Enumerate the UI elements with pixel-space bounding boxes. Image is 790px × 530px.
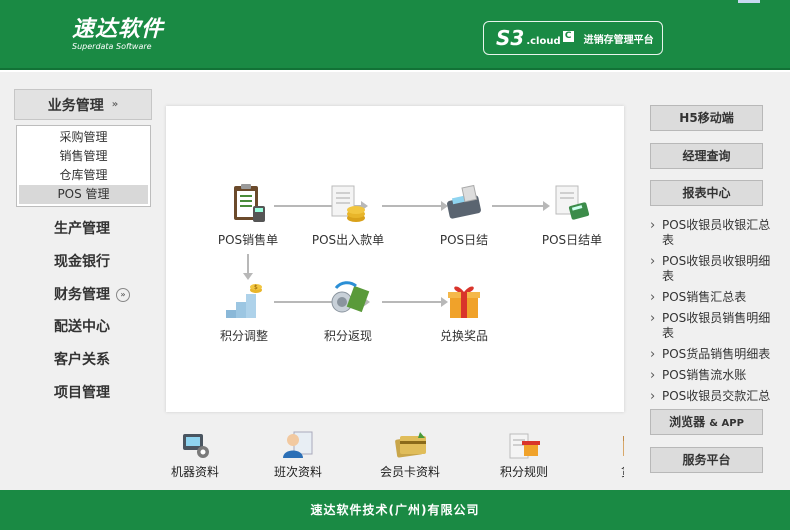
flow-points-cashback[interactable]: 积分返现: [308, 278, 388, 344]
flow-pos-daily-label: POS日结: [439, 233, 489, 247]
browser-app-main: 浏览器: [669, 415, 706, 429]
flow-redeem-prize-label: 兑换奖品: [439, 329, 488, 343]
flow-pos-cash[interactable]: POS出入款单: [308, 182, 388, 248]
flow-pos-cash-label: POS出入款单: [311, 233, 385, 247]
flow-points-adjust-label: 积分调整: [219, 329, 268, 343]
manager-query-button[interactable]: 经理查询: [650, 143, 763, 169]
s3-cloud-badge: S3 .cloud C 进销存管理平台: [483, 21, 663, 55]
nav-distribution[interactable]: 配送中心: [54, 317, 110, 337]
circle-chevron-down-icon: »: [116, 288, 130, 302]
flow-pos-sale-label: POS销售单: [217, 233, 279, 247]
shortcut-shift-label: 班次资料: [273, 465, 322, 479]
calculator-report-icon: [550, 182, 594, 226]
invoice-coins-icon: [326, 182, 370, 226]
service-platform-button[interactable]: 服务平台: [650, 447, 763, 473]
double-chevron-down-icon: »: [111, 99, 119, 110]
shortcut-points-rule[interactable]: 积分规则: [479, 430, 569, 480]
business-submenu: 采购管理 销售管理 仓库管理 POS 管理: [16, 125, 151, 207]
flow-pos-daily-form[interactable]: POS日结单: [532, 182, 612, 248]
shortcut-shift[interactable]: 班次资料: [253, 430, 343, 480]
flow-pos-sale[interactable]: POS销售单: [208, 182, 288, 248]
gift-box-icon: [442, 278, 486, 322]
arrow-sale-to-points: [243, 254, 253, 280]
shortcut-points-rule-label: 积分规则: [499, 465, 548, 479]
stairs-coins-icon: $: [222, 278, 266, 322]
report-goods-sales-detail[interactable]: POS货品销售明细表: [648, 347, 780, 362]
brand-logo: 速达软件 Superdata Software: [72, 18, 164, 52]
report-list: POS收银员收银汇总表 POS收银员收银明细表 POS销售汇总表 POS收银员销…: [648, 218, 780, 404]
nav-project[interactable]: 项目管理: [54, 383, 110, 403]
submenu-pos[interactable]: POS 管理: [19, 185, 148, 204]
report-pos-sales-summary[interactable]: POS销售汇总表: [648, 290, 780, 305]
menu-business-management[interactable]: 业务管理 »: [14, 89, 152, 120]
flow-redeem-prize[interactable]: 兑换奖品: [424, 278, 504, 344]
submenu-sales[interactable]: 销售管理: [19, 147, 148, 166]
shortcut-member-card-label: 会员卡资料: [379, 465, 440, 479]
s3-cloud: .cloud: [526, 35, 561, 47]
report-pos-sales-ledger[interactable]: POS销售流水账: [648, 368, 780, 383]
svg-text:$: $: [254, 284, 258, 291]
nav-customer[interactable]: 客户关系: [54, 350, 110, 370]
logo-en: Superdata Software: [72, 42, 152, 51]
report-cashier-collect-detail[interactable]: POS收银员收银明细表: [648, 254, 780, 284]
bottom-shortcuts: 机器资料 班次资料 会员卡资料 积分规则 货品: [150, 430, 624, 482]
nav-finance[interactable]: 财务管理 »: [54, 285, 130, 305]
shortcut-member-card[interactable]: 会员卡资料: [365, 430, 455, 480]
browser-app-small: & APP: [709, 418, 744, 429]
shortcut-goods-label: 货品: [588, 463, 624, 480]
nav-finance-label: 财务管理: [54, 287, 110, 303]
goods-box-icon: [615, 430, 624, 460]
nav-cash-bank[interactable]: 现金银行: [54, 252, 110, 272]
flow-pos-daily-form-label: POS日结单: [541, 233, 603, 247]
h5-mobile-button[interactable]: H5移动端: [650, 105, 763, 131]
pos-flow-panel: POS销售单 POS出入款单 POS日结 POS日结单 $ 积分调整 积分返现: [166, 106, 624, 412]
footer-bar: 速达软件技术(广州)有限公司: [0, 490, 790, 530]
top-edge-mark: [738, 0, 760, 3]
card-terminal-icon: [442, 182, 486, 226]
report-center-button[interactable]: 报表中心: [650, 180, 763, 206]
shortcut-goods[interactable]: 货品: [588, 430, 624, 480]
submenu-warehouse[interactable]: 仓库管理: [19, 166, 148, 185]
report-cashier-collect-summary[interactable]: POS收银员收银汇总表: [648, 218, 780, 248]
points-rule-icon: [506, 430, 542, 460]
machine-gear-icon: [177, 430, 213, 460]
flow-points-adjust[interactable]: $ 积分调整: [204, 278, 284, 344]
s3-badge-text: 进销存管理平台: [583, 34, 654, 46]
menu-head-label: 业务管理: [47, 97, 104, 114]
staff-person-icon: [280, 430, 316, 460]
s3-c-mark: C: [562, 30, 574, 42]
shortcut-machine-label: 机器资料: [170, 465, 219, 479]
footer-company: 速达软件技术(广州)有限公司: [310, 503, 480, 517]
shortcut-machine[interactable]: 机器资料: [150, 430, 240, 480]
member-card-icon: [392, 430, 428, 460]
clipboard-icon: [226, 182, 270, 226]
nav-production[interactable]: 生产管理: [54, 219, 110, 239]
s3-mark: S3: [496, 26, 525, 50]
cashback-cycle-icon: [326, 278, 370, 322]
flow-points-cashback-label: 积分返现: [323, 329, 372, 343]
report-cashier-payment-summary[interactable]: POS收银员交款汇总表: [648, 389, 780, 404]
submenu-purchase[interactable]: 采购管理: [19, 128, 148, 147]
report-cashier-sales-detail[interactable]: POS收银员销售明细表: [648, 311, 780, 341]
logo-cn: 速达软件: [72, 17, 165, 42]
header-bar: 速达软件 Superdata Software S3 .cloud C 进销存管…: [0, 0, 790, 70]
flow-pos-daily[interactable]: POS日结: [424, 182, 504, 248]
browser-app-button[interactable]: 浏览器 & APP: [650, 409, 763, 435]
